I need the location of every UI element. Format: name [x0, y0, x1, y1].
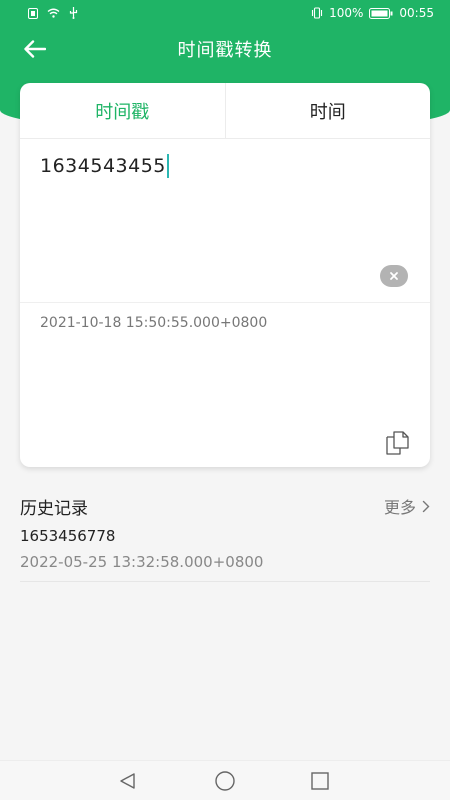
history-item[interactable]: 1653456778 2022-05-25 13:32:58.000+0800 [20, 524, 430, 582]
history-item-timestamp: 1653456778 [20, 527, 116, 545]
history-header: 历史记录 更多 [20, 493, 430, 519]
timestamp-input[interactable]: 1634543455 [40, 151, 169, 181]
more-button[interactable]: 更多 [384, 494, 430, 518]
more-label: 更多 [383, 498, 416, 517]
sim-icon [28, 7, 38, 19]
converter-card: 时间戳 时间 1634543455 2021-10-18 15:50:55.00… [20, 83, 430, 467]
nav-recents-button[interactable] [308, 769, 332, 793]
text-caret [166, 154, 169, 178]
chevron-right-icon [422, 500, 430, 512]
wifi-icon [47, 8, 60, 18]
home-circle-icon [215, 771, 235, 791]
app-bar: 时间戳转换 [0, 26, 450, 72]
page-title: 时间戳转换 [177, 40, 273, 61]
timestamp-input-area[interactable]: 1634543455 [20, 140, 430, 303]
back-button[interactable] [20, 36, 50, 62]
converted-datetime: 2021-10-18 15:50:55.000+0800 [40, 315, 268, 331]
status-bar: 100% 00:55 [0, 0, 450, 26]
result-area: 2021-10-18 15:50:55.000+0800 [20, 304, 430, 467]
arrow-left-icon [24, 40, 46, 58]
copy-icon [386, 431, 409, 455]
tab-time[interactable]: 时间 [226, 83, 431, 138]
battery-percent: 100% [329, 6, 364, 20]
status-right-icons: 100% 00:55 [311, 6, 434, 20]
timestamp-input-value: 1634543455 [40, 155, 166, 177]
history-item-datetime: 2022-05-25 13:32:58.000+0800 [20, 553, 264, 571]
nav-back-button[interactable] [116, 769, 140, 793]
nav-home-button[interactable] [213, 769, 237, 793]
history-title: 历史记录 [20, 498, 88, 519]
system-nav-bar [0, 760, 450, 800]
back-triangle-icon [120, 773, 135, 789]
recents-square-icon [311, 772, 329, 790]
usb-icon [69, 7, 78, 19]
status-left-icons [28, 7, 78, 19]
clear-button[interactable] [380, 265, 408, 287]
battery-icon [369, 7, 393, 19]
status-time: 00:55 [399, 6, 434, 20]
mode-tabs: 时间戳 时间 [20, 83, 430, 139]
close-icon [390, 272, 398, 280]
vibrate-icon [311, 7, 323, 19]
tab-timestamp[interactable]: 时间戳 [20, 83, 225, 138]
copy-button[interactable] [384, 430, 412, 456]
